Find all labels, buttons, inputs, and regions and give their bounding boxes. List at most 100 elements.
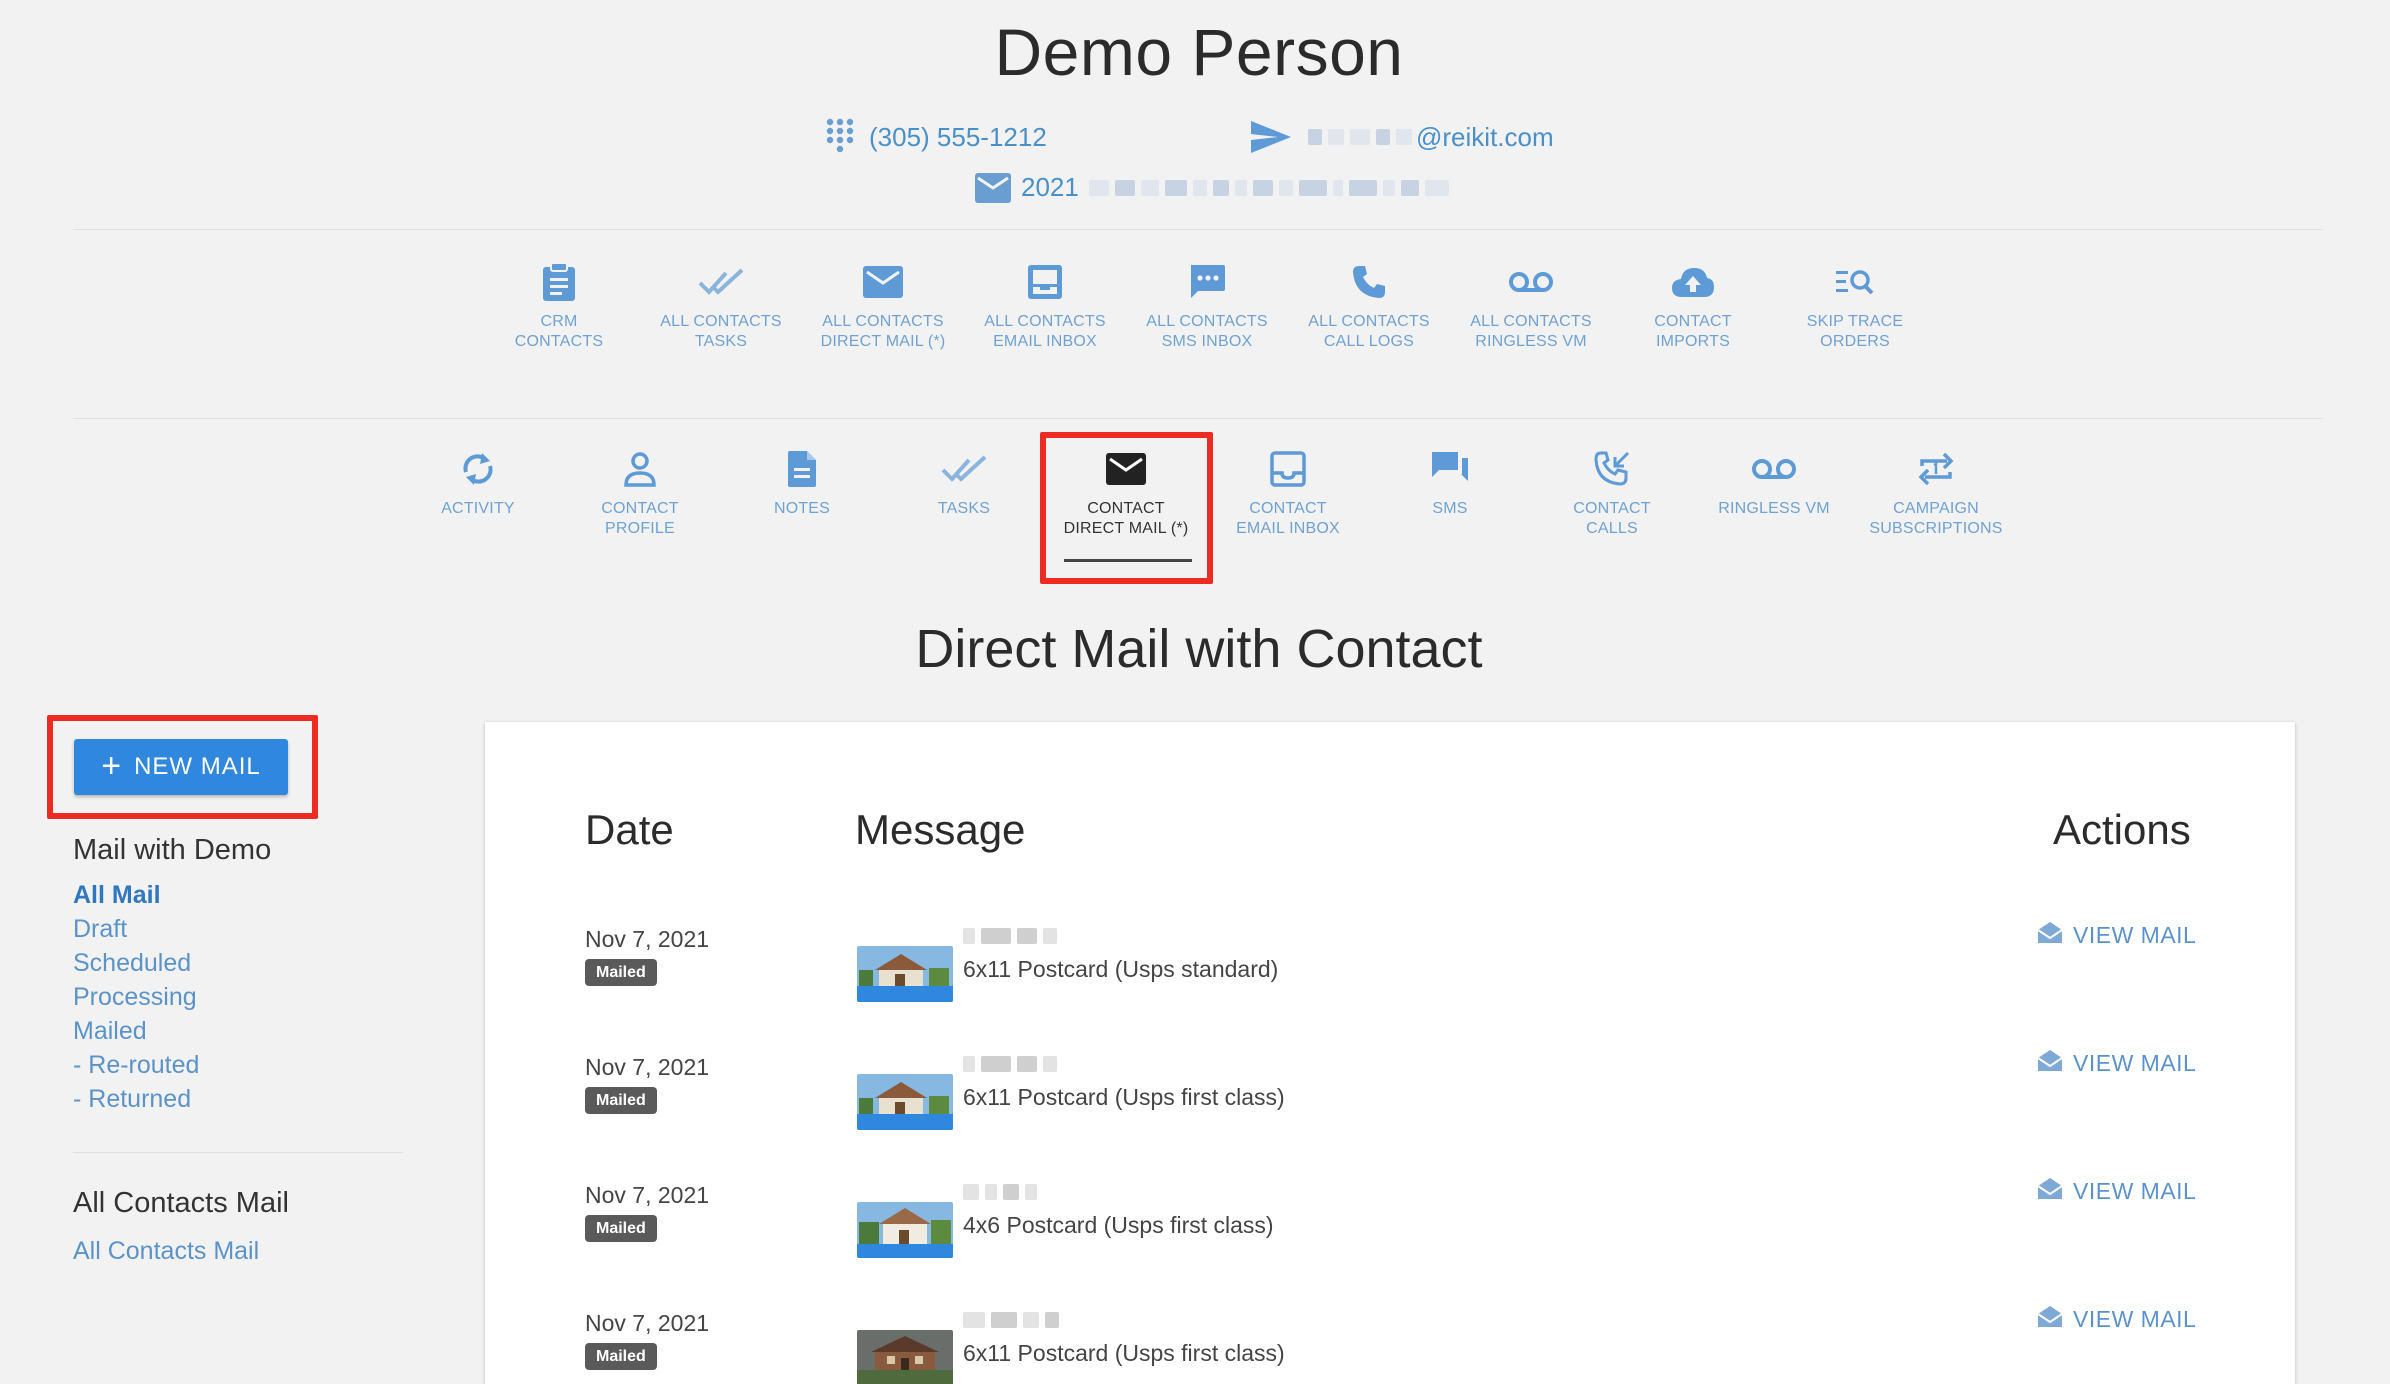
message-redacted — [963, 1056, 1057, 1072]
nav-label: CONTACT CALLS — [1573, 500, 1651, 537]
tab-activity[interactable]: ACTIVITY — [397, 447, 559, 539]
tab-notes[interactable]: NOTES — [721, 447, 883, 539]
status-badge: Mailed — [585, 1343, 657, 1370]
sidebar-divider — [73, 1152, 403, 1153]
nav-label: CONTACT IMPORTS — [1654, 313, 1732, 350]
phone-incoming-icon — [1593, 447, 1631, 491]
new-mail-label: NEW MAIL — [134, 753, 261, 780]
nav-label: NOTES — [773, 500, 831, 517]
phone-link[interactable]: (305) 555-1212 — [825, 118, 1047, 156]
view-mail-button[interactable]: VIEW MAIL — [2037, 920, 2196, 950]
filter-scheduled[interactable]: Scheduled — [73, 946, 199, 980]
mail-date: Nov 7, 2021 — [585, 926, 710, 952]
mail-message: 4x6 Postcard (Usps first class) — [963, 1212, 1274, 1238]
all-contacts-mail-link[interactable]: All Contacts Mail — [73, 1234, 259, 1268]
mail-message: 6x11 Postcard (Usps first class) — [963, 1340, 1285, 1366]
envelope-icon — [863, 260, 903, 304]
nav-label: SKIP TRACE ORDERS — [1806, 313, 1904, 350]
column-header-message: Message — [855, 806, 1026, 853]
all-contacts-list: All Contacts Mail — [73, 1234, 259, 1268]
nav-label: ALL CONTACTS CALL LOGS — [1308, 313, 1430, 350]
send-icon — [1250, 120, 1292, 154]
refresh-icon — [460, 447, 496, 491]
tab-contact-profile[interactable]: CONTACT PROFILE — [559, 447, 721, 539]
page: Demo Person (305) 555-1212 @reikit.com 2… — [0, 0, 2390, 1384]
nav-contact-imports[interactable]: CONTACT IMPORTS — [1612, 260, 1774, 352]
mail-date: Nov 7, 2021 — [585, 1182, 710, 1208]
inbox-icon — [1027, 260, 1063, 304]
global-nav: CRM CONTACTS ALL CONTACTS TASKS ALL CONT… — [478, 260, 1936, 352]
view-mail-button[interactable]: VIEW MAIL — [2037, 1304, 2196, 1334]
nav-all-contacts-email-inbox[interactable]: ALL CONTACTS EMAIL INBOX — [964, 260, 1126, 352]
status-badge: Mailed — [585, 1087, 657, 1114]
chat-bubble-icon — [1188, 260, 1226, 304]
plus-icon: + — [101, 747, 123, 785]
nav-label: CONTACT PROFILE — [601, 500, 679, 537]
view-mail-button[interactable]: VIEW MAIL — [2037, 1176, 2196, 1206]
postcard-thumbnail[interactable] — [857, 1074, 953, 1130]
email-link[interactable]: @reikit.com — [1250, 120, 1554, 154]
postcard-thumbnail[interactable] — [857, 1202, 953, 1258]
filter-processing[interactable]: Processing — [73, 980, 199, 1014]
nav-label: CONTACT EMAIL INBOX — [1236, 500, 1340, 537]
address-link[interactable]: 2021 — [975, 172, 1449, 203]
open-envelope-icon — [2037, 1176, 2063, 1206]
table-row: Nov 7, 2021 Mailed 6x11 Postcard (Usps s… — [485, 922, 2295, 1050]
nav-label: ALL CONTACTS DIRECT MAIL (*) — [820, 313, 946, 350]
view-mail-label: VIEW MAIL — [2073, 1049, 2197, 1076]
nav-crm-contacts[interactable]: CRM CONTACTS — [478, 260, 640, 352]
open-envelope-icon — [2037, 920, 2063, 950]
envelope-icon — [975, 172, 1011, 203]
contact-name: Demo Person — [994, 15, 1404, 89]
clipboard-icon — [541, 260, 577, 304]
nav-label: ALL CONTACTS EMAIL INBOX — [984, 313, 1106, 350]
tab-contact-email-inbox[interactable]: CONTACT EMAIL INBOX — [1207, 447, 1369, 539]
phone-icon — [1351, 260, 1387, 304]
postcard-thumbnail[interactable] — [857, 946, 953, 1002]
message-redacted — [963, 1184, 1037, 1200]
column-header-date: Date — [585, 806, 674, 853]
message-redacted — [963, 1312, 1059, 1328]
view-mail-button[interactable]: VIEW MAIL — [2037, 1048, 2196, 1078]
nav-skip-trace-orders[interactable]: SKIP TRACE ORDERS — [1774, 260, 1936, 352]
column-header-actions: Actions — [2053, 806, 2191, 853]
nav-all-contacts-sms-inbox[interactable]: ALL CONTACTS SMS INBOX — [1126, 260, 1288, 352]
status-badge: Mailed — [585, 1215, 657, 1242]
tab-campaign-subscriptions[interactable]: CAMPAIGN SUBSCRIPTIONS — [1855, 447, 2017, 539]
person-icon — [623, 447, 657, 491]
nav-all-contacts-direct-mail[interactable]: ALL CONTACTS DIRECT MAIL (*) — [802, 260, 964, 352]
nav-label: SMS — [1432, 500, 1468, 517]
filter-returned[interactable]: - Returned — [73, 1082, 199, 1116]
voicemail-icon — [1751, 447, 1797, 491]
filter-all-mail[interactable]: All Mail — [73, 878, 199, 912]
mail-date: Nov 7, 2021 — [585, 1054, 710, 1080]
postcard-thumbnail[interactable] — [857, 1330, 953, 1384]
inbox-icon — [1270, 447, 1306, 491]
nav-divider — [73, 418, 2323, 419]
filter-draft[interactable]: Draft — [73, 912, 199, 946]
mail-date: Nov 7, 2021 — [585, 1310, 710, 1336]
voicemail-icon — [1508, 260, 1554, 304]
phone-number: (305) 555-1212 — [869, 121, 1047, 152]
tab-sms[interactable]: SMS — [1369, 447, 1531, 539]
list-search-icon — [1835, 260, 1875, 304]
address-prefix: 2021 — [1021, 172, 1079, 202]
nav-label: TASKS — [937, 500, 991, 517]
nav-all-contacts-call-logs[interactable]: ALL CONTACTS CALL LOGS — [1288, 260, 1450, 352]
tab-tasks[interactable]: TASKS — [883, 447, 1045, 539]
filter-mailed[interactable]: Mailed — [73, 1014, 199, 1048]
double-check-icon — [941, 447, 987, 491]
dialpad-icon — [825, 118, 855, 156]
tab-contact-calls[interactable]: CONTACT CALLS — [1531, 447, 1693, 539]
filter-re-routed[interactable]: - Re-routed — [73, 1048, 199, 1082]
mail-message: 6x11 Postcard (Usps first class) — [963, 1084, 1285, 1110]
nav-all-contacts-tasks[interactable]: ALL CONTACTS TASKS — [640, 260, 802, 352]
nav-all-contacts-ringless-vm[interactable]: ALL CONTACTS RINGLESS VM — [1450, 260, 1612, 352]
tab-ringless-vm[interactable]: RINGLESS VM — [1693, 447, 1855, 539]
section-title: Direct Mail with Contact — [915, 619, 1483, 679]
cloud-upload-icon — [1670, 260, 1716, 304]
new-mail-button[interactable]: + NEW MAIL — [74, 739, 288, 795]
open-envelope-icon — [2037, 1304, 2063, 1334]
sidebar-heading-all-contacts: All Contacts Mail — [73, 1187, 289, 1219]
nav-label: ALL CONTACTS TASKS — [660, 313, 782, 350]
